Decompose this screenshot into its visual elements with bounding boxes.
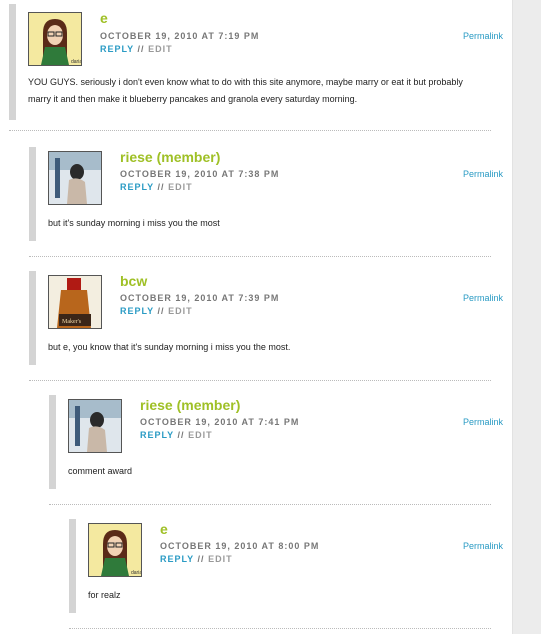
reply-link[interactable]: REPLY: [160, 554, 194, 564]
comment-2: riese (member) OCTOBER 19, 2010 AT 7:38 …: [29, 147, 503, 241]
comment-date: OCTOBER 19, 2010 AT 7:19 PM: [100, 31, 260, 41]
comment-divider: [49, 504, 491, 505]
cartoon-girl-avatar-icon: daria: [89, 524, 141, 576]
action-separator: //: [157, 182, 169, 192]
reply-link[interactable]: REPLY: [100, 44, 134, 54]
comment-1: daria e OCTOBER 19, 2010 AT 7:19 PM REPL…: [9, 4, 503, 120]
comment-divider: [9, 130, 491, 131]
avatar-caption: daria: [71, 59, 81, 65]
reply-link[interactable]: REPLY: [140, 430, 174, 440]
comment-date: OCTOBER 19, 2010 AT 7:38 PM: [120, 169, 280, 179]
sidebar-strip: [512, 0, 541, 634]
avatar: [68, 399, 122, 453]
photo-avatar-icon: [69, 400, 121, 452]
comment-date: OCTOBER 19, 2010 AT 7:41 PM: [140, 417, 300, 427]
action-separator: //: [177, 430, 189, 440]
comment-actions: REPLY // EDIT: [120, 182, 193, 192]
bottle-avatar-icon: Maker's: [49, 276, 101, 328]
comment-actions: REPLY // EDIT: [120, 306, 193, 316]
edit-link[interactable]: EDIT: [208, 554, 233, 564]
avatar: [48, 151, 102, 205]
cartoon-girl-avatar-icon: daria: [29, 13, 81, 65]
comment-body: YOU GUYS. seriously i don't even know wh…: [28, 77, 463, 104]
reply-link[interactable]: REPLY: [120, 182, 154, 192]
comment-divider: [69, 628, 491, 629]
permalink[interactable]: Permalink: [463, 293, 503, 303]
comment-actions: REPLY // EDIT: [160, 554, 233, 564]
comment-body: but it's sunday morning i miss you the m…: [48, 218, 220, 228]
comment-body: for realz: [88, 590, 121, 600]
comment-body: but e, you know that it's sunday morning…: [48, 342, 291, 352]
permalink[interactable]: Permalink: [463, 417, 503, 427]
permalink[interactable]: Permalink: [463, 31, 503, 41]
comment-author[interactable]: riese (member): [120, 149, 220, 165]
comment-author[interactable]: bcw: [120, 273, 147, 289]
action-separator: //: [197, 554, 209, 564]
comment-body: comment award: [68, 466, 133, 476]
permalink[interactable]: Permalink: [463, 169, 503, 179]
edit-link[interactable]: EDIT: [188, 430, 213, 440]
comment-4: riese (member) OCTOBER 19, 2010 AT 7:41 …: [49, 395, 503, 489]
comment-3: Maker's bcw OCTOBER 19, 2010 AT 7:39 PM …: [29, 271, 503, 365]
comment-actions: REPLY // EDIT: [100, 44, 173, 54]
comment-actions: REPLY // EDIT: [140, 430, 213, 440]
comment-author[interactable]: riese (member): [140, 397, 240, 413]
avatar: daria: [88, 523, 142, 577]
avatar-caption: daria: [131, 570, 141, 576]
comment-5: daria e OCTOBER 19, 2010 AT 8:00 PM REPL…: [69, 519, 503, 613]
comment-author[interactable]: e: [100, 10, 108, 26]
comment-author[interactable]: e: [160, 521, 168, 537]
edit-link[interactable]: EDIT: [148, 44, 173, 54]
avatar-caption: Maker's: [62, 319, 82, 325]
edit-link[interactable]: EDIT: [168, 182, 193, 192]
avatar: daria: [28, 12, 82, 66]
action-separator: //: [137, 44, 149, 54]
avatar: Maker's: [48, 275, 102, 329]
comment-date: OCTOBER 19, 2010 AT 7:39 PM: [120, 293, 280, 303]
action-separator: //: [157, 306, 169, 316]
permalink[interactable]: Permalink: [463, 541, 503, 551]
comment-divider: [29, 256, 491, 257]
photo-avatar-icon: [49, 152, 101, 204]
edit-link[interactable]: EDIT: [168, 306, 193, 316]
comment-divider: [29, 380, 491, 381]
comment-date: OCTOBER 19, 2010 AT 8:00 PM: [160, 541, 320, 551]
reply-link[interactable]: REPLY: [120, 306, 154, 316]
